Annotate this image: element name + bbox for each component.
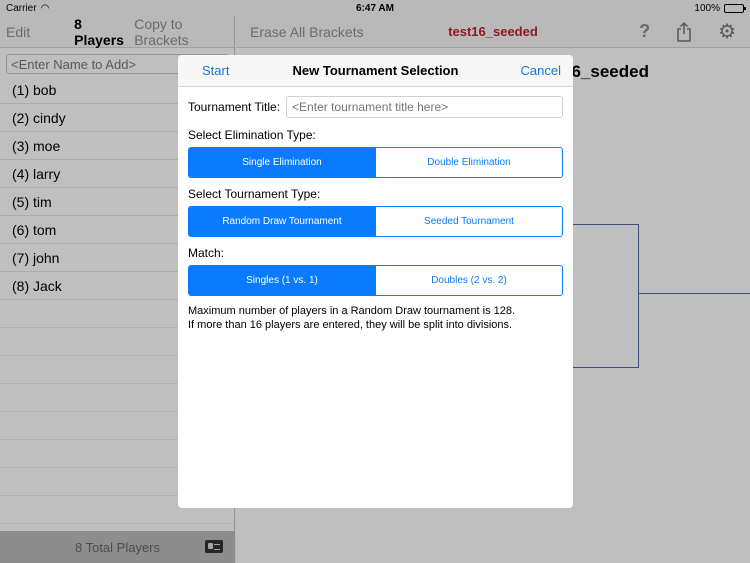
- dialog-body: Tournament Title: Select Elimination Typ…: [178, 87, 573, 332]
- match-type-control: Singles (1 vs. 1) Doubles (2 vs. 2): [188, 265, 563, 296]
- seeded-tournament-segment[interactable]: Seeded Tournament: [375, 207, 562, 236]
- info-line: If more than 16 players are entered, the…: [188, 319, 513, 331]
- tournament-type-label: Select Tournament Type:: [188, 187, 321, 201]
- double-elimination-segment[interactable]: Double Elimination: [375, 148, 562, 177]
- cancel-button[interactable]: Cancel: [521, 63, 561, 78]
- info-text: Maximum number of players in a Random Dr…: [188, 304, 563, 332]
- dialog-title: New Tournament Selection: [292, 63, 459, 78]
- tournament-title-label: Tournament Title:: [188, 100, 281, 114]
- dialog-header: Start New Tournament Selection Cancel: [178, 55, 573, 87]
- elimination-type-control: Single Elimination Double Elimination: [188, 147, 563, 178]
- info-line: Maximum number of players in a Random Dr…: [188, 305, 516, 317]
- singles-segment[interactable]: Singles (1 vs. 1): [189, 266, 375, 295]
- doubles-segment[interactable]: Doubles (2 vs. 2): [375, 266, 562, 295]
- tournament-title-input[interactable]: [286, 96, 563, 118]
- start-button[interactable]: Start: [202, 63, 229, 78]
- new-tournament-dialog: Start New Tournament Selection Cancel To…: [178, 55, 573, 508]
- elimination-label: Select Elimination Type:: [188, 128, 316, 142]
- single-elimination-segment[interactable]: Single Elimination: [189, 148, 375, 177]
- match-label: Match:: [188, 246, 225, 260]
- tournament-title-row: Tournament Title:: [188, 95, 563, 119]
- random-draw-segment[interactable]: Random Draw Tournament: [189, 207, 375, 236]
- tournament-type-control: Random Draw Tournament Seeded Tournament: [188, 206, 563, 237]
